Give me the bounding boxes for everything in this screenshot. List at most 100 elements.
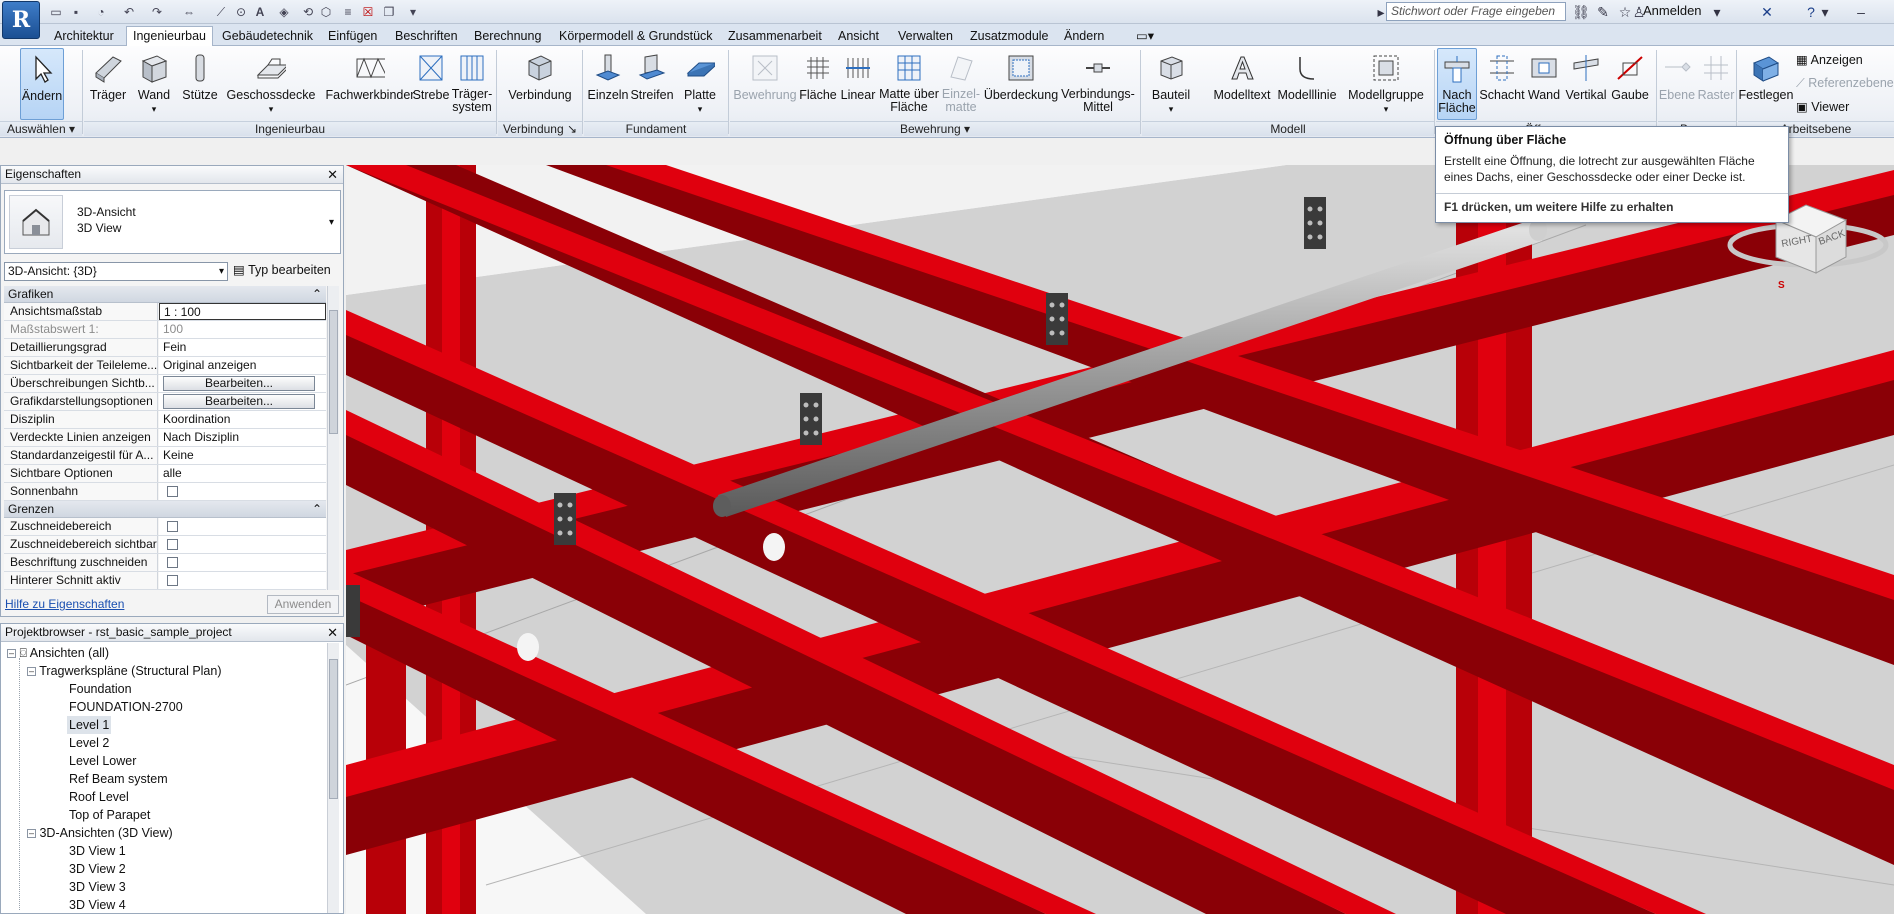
tree-item-plan[interactable]: Roof Level (69, 788, 129, 806)
tree-item-3d-view[interactable]: 3D View 3 (69, 878, 126, 896)
fabric-area-button[interactable]: Matte über Fläche (878, 48, 940, 120)
sync-icon[interactable]: ◔ (90, 3, 112, 21)
properties-scrollbar[interactable] (327, 286, 339, 590)
subscription-icon[interactable]: ✎ (1594, 2, 1612, 22)
column-button[interactable]: Stütze (180, 48, 220, 120)
grid-button[interactable]: Raster (1696, 48, 1736, 120)
viewcube-south-label[interactable]: S (1778, 280, 1785, 291)
undo-icon[interactable]: ↶ (118, 3, 140, 21)
minimize-icon[interactable]: – (1852, 2, 1870, 22)
prop-row[interactable]: Disziplin Koordination (4, 411, 326, 429)
path-reinforcement-button[interactable]: Linear (838, 48, 878, 120)
view-scale-input[interactable]: 1 : 100 (159, 303, 326, 320)
crop-region-visible-checkbox[interactable] (167, 539, 178, 550)
chevron-down-icon[interactable]: ▾ (329, 217, 334, 228)
tree-item-plan[interactable]: Level 2 (69, 734, 109, 752)
steel-structure-model[interactable]: RIGHT BACK S (346, 165, 1894, 914)
type-selector[interactable]: 3D-Ansicht 3D View ▾ (4, 190, 341, 254)
redo-icon[interactable]: ↷ (146, 3, 168, 21)
browser-scrollbar[interactable] (327, 643, 339, 913)
switch-windows-icon[interactable]: ❐ (378, 3, 400, 21)
customize-qat-icon[interactable]: ▾ (406, 3, 420, 21)
tab-architektur[interactable]: Architektur (48, 27, 120, 46)
show-workplane-button[interactable]: ▦ Anzeigen (1796, 52, 1863, 67)
dormer-opening-button[interactable]: Gaube (1608, 48, 1652, 120)
fabric-sheet-button[interactable]: Einzel- matte (940, 48, 982, 120)
prop-row[interactable]: Grafikdarstellungsoptionen Bearbeiten... (4, 393, 326, 411)
properties-help-link[interactable]: Hilfe zu Eigenschaften (5, 597, 124, 611)
connection-button[interactable]: Verbindung (506, 48, 574, 120)
3d-viewport[interactable]: RIGHT BACK S (346, 165, 1894, 914)
prop-row[interactable]: Sonnenbahn (4, 483, 326, 501)
group-graphics[interactable]: Grafiken ⌃ (4, 286, 326, 303)
reference-plane-button[interactable]: ⟋ Referenzebene (1796, 76, 1894, 91)
model-line-button[interactable]: Modelllinie (1274, 48, 1340, 120)
truss-button[interactable]: Fachwerkbinder (324, 48, 416, 120)
tab-einfuegen[interactable]: Einfügen (322, 27, 383, 46)
prop-value[interactable]: Koordination (159, 411, 326, 428)
tree-item-3d-view[interactable]: 3D View 1 (69, 842, 126, 860)
tab-berechnung[interactable]: Berechnung (468, 27, 547, 46)
structural-wall-button[interactable]: Wand ▾ (134, 48, 174, 120)
collapse-icon[interactable]: – (27, 667, 36, 677)
wall-foundation-button[interactable]: Streifen (630, 48, 674, 120)
wall-opening-button[interactable]: Wand (1524, 48, 1564, 120)
prop-row[interactable]: Beschriftung zuschneiden (4, 554, 326, 572)
area-reinforcement-button[interactable]: Fläche (799, 48, 837, 120)
tab-gebaeudetechnik[interactable]: Gebäudetechnik (216, 27, 319, 46)
prop-row[interactable]: Standardanzeigestil für A... Keine (4, 447, 326, 465)
panel-select[interactable]: Auswählen ▾ (0, 121, 82, 136)
search-input[interactable]: Stichwort oder Frage eingeben (1386, 2, 1566, 21)
edit-graphics-options-button[interactable]: Bearbeiten... (163, 394, 315, 409)
set-workplane-button[interactable]: Festlegen (1738, 48, 1794, 120)
signin-dropdown-icon[interactable]: ▾ (1710, 2, 1724, 22)
section-icon[interactable]: ⟲ (300, 3, 316, 21)
prop-row[interactable]: Verdeckte Linien anzeigen Nach Disziplin (4, 429, 326, 447)
crop-view-checkbox[interactable] (167, 521, 178, 532)
tree-item-plan[interactable]: Level Lower (69, 752, 136, 770)
tab-verwalten[interactable]: Verwalten (892, 27, 959, 46)
close-icon[interactable]: ✕ (327, 166, 338, 183)
group-extents[interactable]: Grenzen ⌃ (4, 501, 326, 518)
save-icon[interactable]: ▪ (68, 3, 84, 21)
collapse-icon[interactable]: – (27, 829, 36, 839)
component-button[interactable]: Bauteil ▾ (1146, 48, 1196, 120)
rebar-button[interactable]: Bewehrung (730, 48, 800, 120)
close-hidden-icon[interactable]: ☒ (360, 3, 376, 21)
tree-item-plan[interactable]: Foundation (69, 680, 132, 698)
model-text-button[interactable]: Modelltext (1210, 48, 1274, 120)
prop-value[interactable]: alle (159, 465, 326, 482)
apply-button[interactable]: Anwenden (267, 595, 339, 614)
tab-beschriften[interactable]: Beschriften (389, 27, 464, 46)
modify-button[interactable]: Ändern (20, 48, 64, 120)
tree-item-3d-views[interactable]: – 3D-Ansichten (3D View) (27, 824, 173, 842)
edit-overrides-button[interactable]: Bearbeiten... (163, 376, 315, 391)
prop-row[interactable]: Überschreibungen Sichtb... Bearbeiten... (4, 375, 326, 393)
chevron-right-icon[interactable]: ▸ (1376, 2, 1386, 22)
tree-item-plan[interactable]: FOUNDATION-2700 (69, 698, 183, 716)
tab-ingenieurbau[interactable]: Ingenieurbau (126, 26, 213, 47)
annotation-crop-checkbox[interactable] (167, 557, 178, 568)
prop-row[interactable]: Sichtbarkeit der Teileleme... Original an… (4, 357, 326, 375)
level-button[interactable]: Ebene (1658, 48, 1696, 120)
binoculars-icon[interactable]: ⛓ (1572, 2, 1590, 22)
application-menu-button[interactable]: R (2, 1, 40, 39)
shaft-opening-button[interactable]: Schacht (1479, 48, 1525, 120)
prop-value[interactable]: Keine (159, 447, 326, 464)
tab-zusatzmodule[interactable]: Zusatzmodule (964, 27, 1055, 46)
brace-button[interactable]: Strebe (412, 48, 450, 120)
instance-filter-select[interactable]: 3D-Ansicht: {3D} ▾ (4, 262, 228, 281)
prop-row[interactable]: Detaillierungsgrad Fein (4, 339, 326, 357)
measure-icon[interactable]: ⇔ (178, 3, 200, 21)
far-clip-checkbox[interactable] (167, 575, 178, 586)
thin-lines-icon[interactable]: ≡ (340, 3, 356, 21)
vertical-opening-button[interactable]: Vertikal (1564, 48, 1608, 120)
tree-item-3d-view[interactable]: 3D View 4 (69, 896, 126, 914)
tree-item-plan-selected[interactable]: Level 1 (67, 716, 112, 734)
cover-button[interactable]: Überdeckung (982, 48, 1060, 120)
help-dropdown-icon[interactable]: ▾ (1820, 2, 1830, 22)
tag-icon[interactable]: ⊙ (232, 3, 250, 21)
tab-ansicht[interactable]: Ansicht (832, 27, 885, 46)
detail-icon[interactable]: ⬡ (318, 3, 334, 21)
tree-item-plan[interactable]: Top of Parapet (69, 806, 150, 824)
